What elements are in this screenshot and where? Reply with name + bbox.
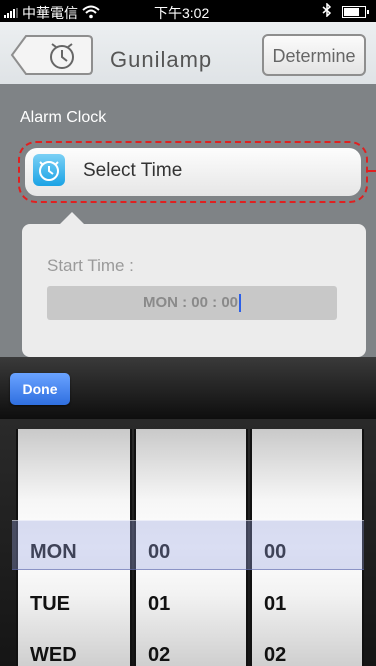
- picker-toolbar: Done: [0, 357, 376, 419]
- alarm-clock-icon: [33, 154, 65, 186]
- bluetooth-icon: [322, 2, 332, 20]
- determine-button[interactable]: Determine: [262, 34, 366, 76]
- text-caret: [239, 294, 242, 313]
- start-time-label: Start Time :: [47, 256, 134, 275]
- select-time-body: Select Time: [25, 148, 361, 196]
- start-time-field[interactable]: MON : 00 : 00: [47, 286, 337, 320]
- done-button[interactable]: Done: [10, 373, 70, 405]
- status-right: [322, 2, 369, 20]
- select-time-button[interactable]: Select Time: [18, 141, 368, 203]
- day-option[interactable]: WED: [30, 644, 77, 666]
- status-left: 中華電信: [4, 3, 100, 23]
- highlight-pointer: [368, 170, 376, 172]
- hour-option[interactable]: 02: [148, 644, 170, 666]
- day-option[interactable]: TUE: [30, 593, 70, 616]
- page-title: Gunilamp: [110, 47, 213, 72]
- status-bar: 中華電信 下午3:02: [0, 0, 376, 22]
- time-card: Start Time : MON : 00 : 00: [22, 212, 366, 357]
- status-time: 下午3:02: [154, 5, 210, 21]
- section-title: Alarm Clock: [20, 109, 107, 126]
- battery-icon: [342, 5, 369, 18]
- carrier-name: 中華電信: [22, 5, 78, 21]
- signal-icon: [4, 8, 18, 18]
- start-time-value: MON : 00 : 00: [142, 294, 239, 311]
- picker-selection-band: [12, 520, 364, 570]
- minute-option[interactable]: 01: [264, 593, 286, 616]
- main-content: Alarm Clock Select Time Start Time : MON…: [0, 84, 376, 357]
- minute-option[interactable]: 02: [264, 644, 286, 666]
- select-time-label: Select Time: [83, 160, 183, 181]
- wifi-icon: [82, 5, 100, 22]
- hour-option[interactable]: 01: [148, 593, 170, 616]
- nav-bar: Gunilamp Determine: [0, 22, 376, 85]
- back-button[interactable]: [10, 34, 94, 76]
